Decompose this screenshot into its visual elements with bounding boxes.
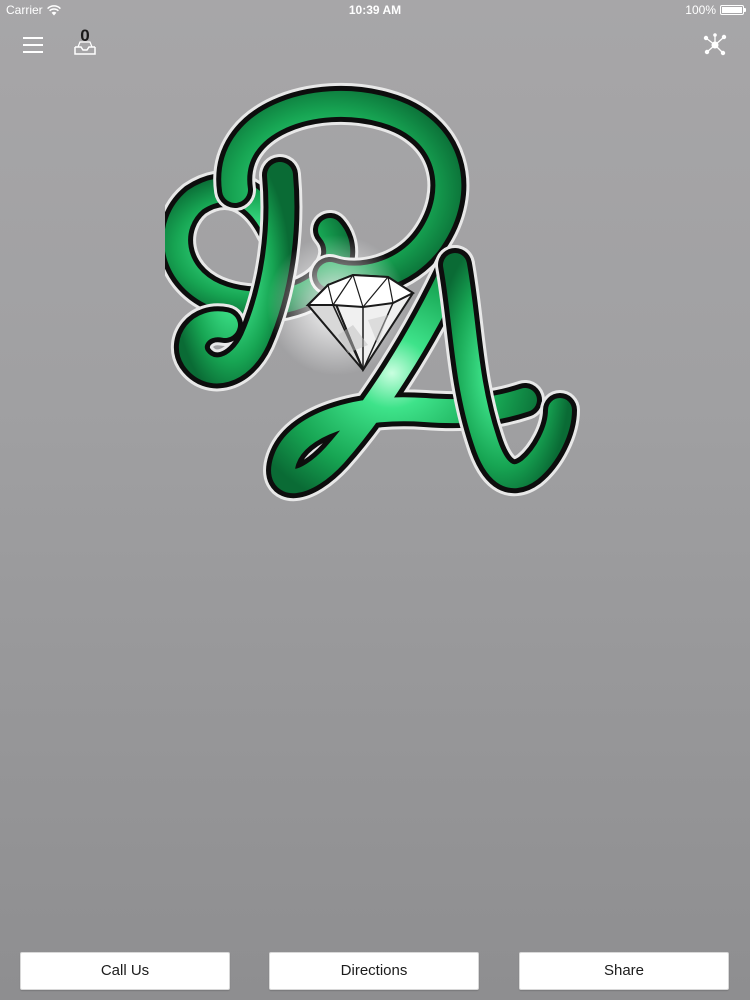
bottom-action-bar: Call Us Directions Share	[0, 952, 750, 992]
inbox-button[interactable]: 0	[70, 26, 100, 58]
status-bar: Carrier 10:39 AM 100%	[0, 0, 750, 22]
battery-icon	[720, 5, 746, 15]
menu-button[interactable]	[22, 34, 48, 56]
network-share-icon	[703, 33, 727, 56]
pa-diamond-logo	[165, 82, 580, 502]
battery-percent: 100%	[685, 3, 716, 17]
directions-button[interactable]: Directions	[269, 952, 479, 990]
network-share-button[interactable]	[702, 32, 728, 58]
share-button[interactable]: Share	[519, 952, 729, 990]
battery-fill	[722, 7, 742, 13]
status-time: 10:39 AM	[348, 3, 402, 17]
status-right: 100%	[685, 3, 746, 17]
call-us-button[interactable]: Call Us	[20, 952, 230, 990]
inbox-tray-icon	[74, 41, 96, 55]
hamburger-menu-icon	[23, 37, 43, 53]
